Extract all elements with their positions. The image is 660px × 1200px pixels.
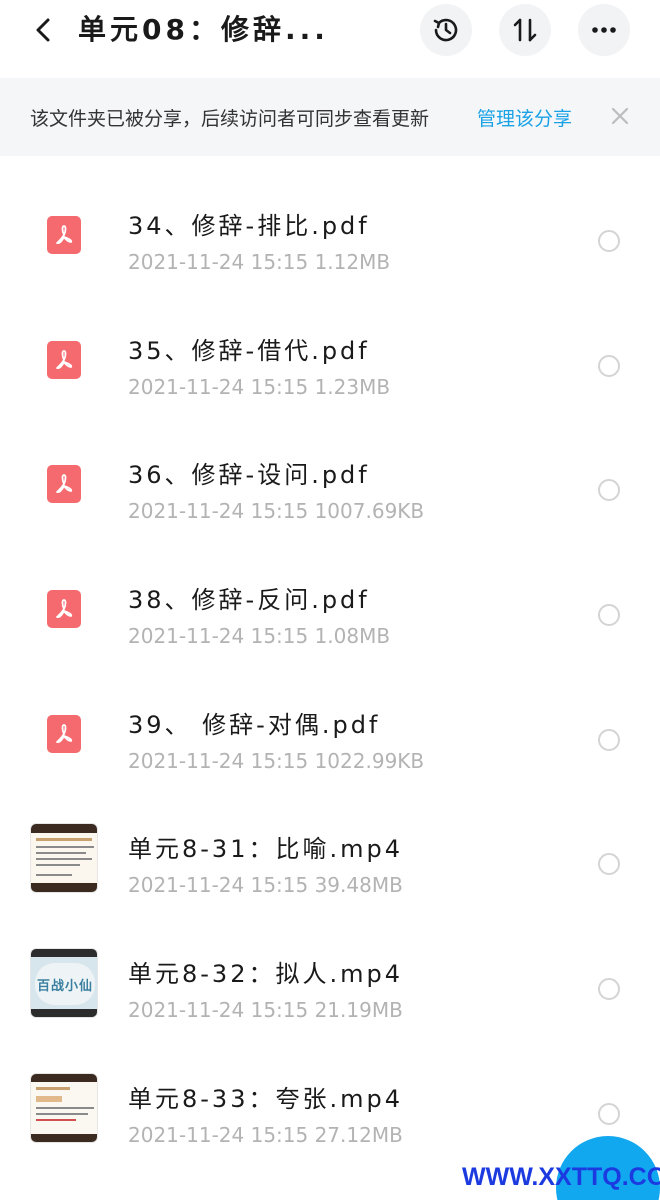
file-name: 36、修辞-设问.pdf [128,461,370,490]
select-checkbox[interactable] [598,604,620,627]
select-checkbox[interactable] [598,853,620,876]
watermark-text: WWW.XXTTQ.COM [462,1163,660,1191]
file-row[interactable]: 39、 修辞-对偶.pdf 2021-11-24 15:15 1022.99KB [0,677,660,802]
file-meta: 2021-11-24 15:15 21.19MB [128,998,403,1023]
thumbnail-caption: 百战小仙 [37,979,94,995]
video-thumbnail [30,823,98,894]
file-meta: 2021-11-24 15:15 39.48MB [128,873,403,898]
banner-close-button[interactable] [604,100,636,132]
file-meta: 2021-11-24 15:15 27.12MB [128,1122,403,1147]
file-row[interactable]: 35、修辞-借代.pdf 2021-11-24 15:15 1.23MB [0,303,660,428]
select-checkbox[interactable] [598,230,620,252]
sort-icon [513,18,537,42]
file-meta: 2021-11-24 15:15 1022.99KB [128,748,425,773]
file-meta: 2021-11-24 15:15 1.23MB [128,374,391,399]
file-name: 单元8-32：拟人.mp4 [128,960,403,989]
pdf-file-icon [30,200,98,270]
sort-button[interactable] [499,4,551,56]
file-row[interactable]: 38、修辞-反问.pdf 2021-11-24 15:15 1.08MB [0,552,660,677]
pdf-file-icon [30,325,98,395]
more-button[interactable] [578,4,630,56]
select-checkbox[interactable] [598,978,620,1001]
manage-share-link[interactable]: 管理该分享 [477,104,572,131]
file-name: 38、修辞-反问.pdf [128,586,370,615]
select-checkbox[interactable] [598,728,620,751]
back-button[interactable] [24,10,64,50]
select-checkbox[interactable] [598,479,620,502]
file-row[interactable]: 单元8-31：比喻.mp4 2021-11-24 15:15 39.48MB [0,801,660,926]
file-row[interactable]: 34、修辞-排比.pdf 2021-11-24 15:15 1.12MB [0,178,660,303]
more-icon [592,27,616,33]
video-thumbnail: 百战小仙 [30,948,98,1019]
history-icon [433,18,458,42]
page-title: 单元08：修辞... [78,13,329,46]
file-row[interactable]: 单元8-33：夸张.mp4 2021-11-24 15:15 27.12MB [0,1051,660,1176]
close-icon [611,107,629,125]
history-button[interactable] [420,4,472,56]
file-name: 34、修辞-排比.pdf [128,212,370,240]
file-name: 35、修辞-借代.pdf [128,336,370,365]
chevron-left-icon [36,18,50,42]
file-meta: 2021-11-24 15:15 1007.69KB [128,499,425,524]
file-meta: 2021-11-24 15:15 1.12MB [128,250,391,274]
pdf-file-icon [30,449,98,519]
share-notice-text: 该文件夹已被分享，后续访问者可同步查看更新 [30,108,430,130]
pdf-file-icon [30,699,98,769]
file-meta: 2021-11-24 15:15 1.08MB [128,624,391,649]
select-checkbox[interactable] [598,354,620,377]
app-header: 单元08：修辞... [0,0,660,76]
file-name: 单元8-31：比喻.mp4 [128,835,403,864]
file-list: 34、修辞-排比.pdf 2021-11-24 15:15 1.12MB 35、… [0,178,660,1176]
file-name: 39、 修辞-对偶.pdf [128,710,381,739]
pdf-file-icon [30,574,98,644]
video-thumbnail [30,1072,98,1143]
file-row[interactable]: 36、修辞-设问.pdf 2021-11-24 15:15 1007.69KB [0,427,660,552]
file-row[interactable]: 百战小仙 单元8-32：拟人.mp4 2021-11-24 15:15 21.1… [0,926,660,1051]
file-name: 单元8-33：夸张.mp4 [128,1084,403,1113]
share-banner: 该文件夹已被分享，后续访问者可同步查看更新 管理该分享 [0,78,660,156]
select-checkbox[interactable] [598,1102,620,1125]
